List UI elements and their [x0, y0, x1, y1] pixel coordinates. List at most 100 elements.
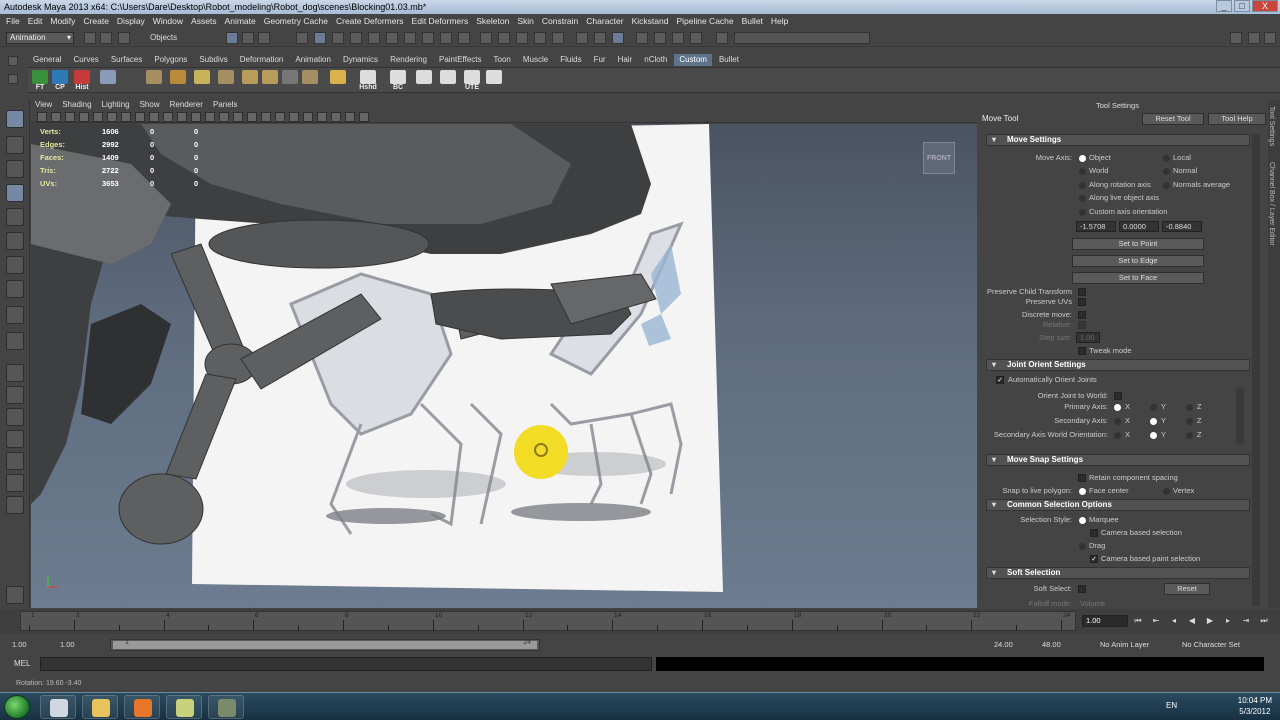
- relative-checkbox[interactable]: [1078, 321, 1086, 329]
- radio-normal[interactable]: [1163, 168, 1170, 175]
- menu-skeleton[interactable]: Skeleton: [474, 14, 515, 28]
- mask3-icon[interactable]: [422, 32, 434, 44]
- orient-to-world-checkbox[interactable]: [1114, 392, 1122, 400]
- tool-help-button[interactable]: Tool Help: [1208, 113, 1266, 125]
- viewport-toolbar-button[interactable]: [303, 112, 313, 122]
- render-settings-icon[interactable]: [516, 32, 528, 44]
- viewport-toolbar-button[interactable]: [205, 112, 215, 122]
- world-y-radio[interactable]: [1150, 432, 1157, 439]
- viewport-toolbar-button[interactable]: [37, 112, 47, 122]
- extrude-icon[interactable]: [168, 70, 188, 92]
- playback-end-field[interactable]: 24.00: [994, 639, 1013, 651]
- viewport-toolbar-button[interactable]: [135, 112, 145, 122]
- layout-persp-graph-icon[interactable]: [6, 408, 24, 426]
- poly-cube-icon[interactable]: [144, 70, 164, 92]
- snap-live-icon[interactable]: [368, 32, 380, 44]
- common-selection-header[interactable]: Common Selection Options: [986, 499, 1250, 511]
- range-handle[interactable]: 1 24: [113, 639, 537, 649]
- scale-tool-icon[interactable]: [6, 232, 24, 250]
- menu-constrain[interactable]: Constrain: [540, 14, 584, 28]
- viewport-menu-shading[interactable]: Shading: [62, 100, 91, 110]
- center-pivot-icon[interactable]: CP: [50, 70, 70, 92]
- secondary-x-radio[interactable]: [1114, 418, 1121, 425]
- minimize-button[interactable]: _: [1216, 0, 1232, 12]
- set-to-face-button[interactable]: Set to Face: [1072, 272, 1204, 284]
- menu-create[interactable]: Create: [81, 14, 115, 28]
- hypershade-icon[interactable]: Hshd: [358, 70, 378, 92]
- custom-axis-y-field[interactable]: 0.0000: [1119, 221, 1159, 232]
- select-component-icon[interactable]: [258, 32, 270, 44]
- viewport-toolbar-button[interactable]: [79, 112, 89, 122]
- reset-tool-button[interactable]: Reset Tool: [1142, 113, 1204, 125]
- selection-mode-label[interactable]: Objects: [150, 32, 177, 44]
- history-icon[interactable]: [458, 32, 470, 44]
- menu-set-dropdown[interactable]: Animation: [6, 32, 74, 44]
- cone-icon[interactable]: [98, 70, 118, 92]
- move-tool-icon[interactable]: [6, 184, 24, 202]
- channel-box-toggle-icon[interactable]: [636, 32, 648, 44]
- soft-selection-header[interactable]: Soft Selection: [986, 567, 1250, 579]
- sphere-icon[interactable]: [192, 70, 212, 92]
- menu-bullet[interactable]: Bullet: [740, 14, 769, 28]
- primary-x-radio[interactable]: [1114, 404, 1121, 411]
- tab-painteffects[interactable]: PaintEffects: [434, 54, 487, 66]
- outliner-toggle-icon[interactable]: [716, 32, 728, 44]
- view-cube[interactable]: FRONT: [923, 142, 955, 174]
- viewport-menu-show[interactable]: Show: [140, 100, 160, 110]
- tool-settings-toggle-icon[interactable]: [672, 32, 684, 44]
- viewport-toolbar-button[interactable]: [177, 112, 187, 122]
- marquee-radio[interactable]: [1079, 517, 1086, 524]
- attribute-editor-toggle-icon[interactable]: [654, 32, 666, 44]
- custom-axis-z-field[interactable]: -0.8840: [1162, 221, 1202, 232]
- drag-radio[interactable]: [1079, 543, 1086, 550]
- menu-edit-deformers[interactable]: Edit Deformers: [410, 14, 475, 28]
- viewport-menu-lighting[interactable]: Lighting: [102, 100, 130, 110]
- retain-spacing-checkbox[interactable]: [1078, 474, 1086, 482]
- viewport-menu-view[interactable]: View: [35, 100, 52, 110]
- tab-dynamics[interactable]: Dynamics: [338, 54, 383, 66]
- mask-icon[interactable]: [386, 32, 398, 44]
- shelf-menu-icon[interactable]: [8, 56, 18, 66]
- new-scene-icon[interactable]: [84, 32, 96, 44]
- snap-grid-icon[interactable]: [296, 32, 308, 44]
- taskbar-app-button[interactable]: [208, 695, 244, 719]
- viewport-toolbar-button[interactable]: [93, 112, 103, 122]
- tab-toon[interactable]: Toon: [489, 54, 516, 66]
- tweak-mode-checkbox[interactable]: [1078, 347, 1086, 355]
- rotate-tool-icon[interactable]: [6, 208, 24, 226]
- joint-orient-header[interactable]: Joint Orient Settings: [986, 359, 1250, 371]
- secondary-z-radio[interactable]: [1186, 418, 1193, 425]
- range-track[interactable]: 1 24: [110, 639, 540, 651]
- soft-mod-tool-icon[interactable]: [6, 280, 24, 298]
- taskbar-app-button[interactable]: [166, 695, 202, 719]
- soft-select-reset-button[interactable]: Reset: [1164, 583, 1210, 595]
- input-line-icon[interactable]: [576, 32, 588, 44]
- mel-label[interactable]: MEL: [14, 659, 30, 668]
- render-icon[interactable]: [480, 32, 492, 44]
- circle-icon[interactable]: [414, 70, 434, 92]
- radio-world[interactable]: [1079, 168, 1086, 175]
- snap-plane-icon[interactable]: [350, 32, 362, 44]
- discrete-move-checkbox[interactable]: [1078, 311, 1086, 319]
- plane-icon[interactable]: [240, 70, 260, 92]
- menu-geometry-cache[interactable]: Geometry Cache: [262, 14, 334, 28]
- tab-fluids[interactable]: Fluids: [555, 54, 586, 66]
- tab-muscle[interactable]: Muscle: [518, 54, 553, 66]
- tab-surfaces[interactable]: Surfaces: [106, 54, 148, 66]
- side-tab-channel-box[interactable]: Channel Box / Layer Editor: [1268, 162, 1275, 246]
- tab-fur[interactable]: Fur: [589, 54, 611, 66]
- menu-animate[interactable]: Animate: [223, 14, 262, 28]
- taskbar-app-button[interactable]: [82, 695, 118, 719]
- grid-icon[interactable]: [484, 70, 504, 92]
- menu-assets[interactable]: Assets: [189, 14, 223, 28]
- start-button[interactable]: [4, 695, 30, 719]
- set-to-edge-button[interactable]: Set to Edge: [1072, 255, 1204, 267]
- anim-layer-dropdown[interactable]: No Anim Layer: [1100, 639, 1149, 651]
- viewport-toolbar-button[interactable]: [163, 112, 173, 122]
- joint-orient-scrollbar[interactable]: [1236, 388, 1244, 444]
- viewport-toolbar-button[interactable]: [219, 112, 229, 122]
- go-to-end-icon[interactable]: ⏭: [1258, 616, 1270, 626]
- soft-select-checkbox[interactable]: [1078, 585, 1086, 593]
- sidebar-toggle-icon[interactable]: [1230, 32, 1242, 44]
- viewport-menu-renderer[interactable]: Renderer: [170, 100, 203, 110]
